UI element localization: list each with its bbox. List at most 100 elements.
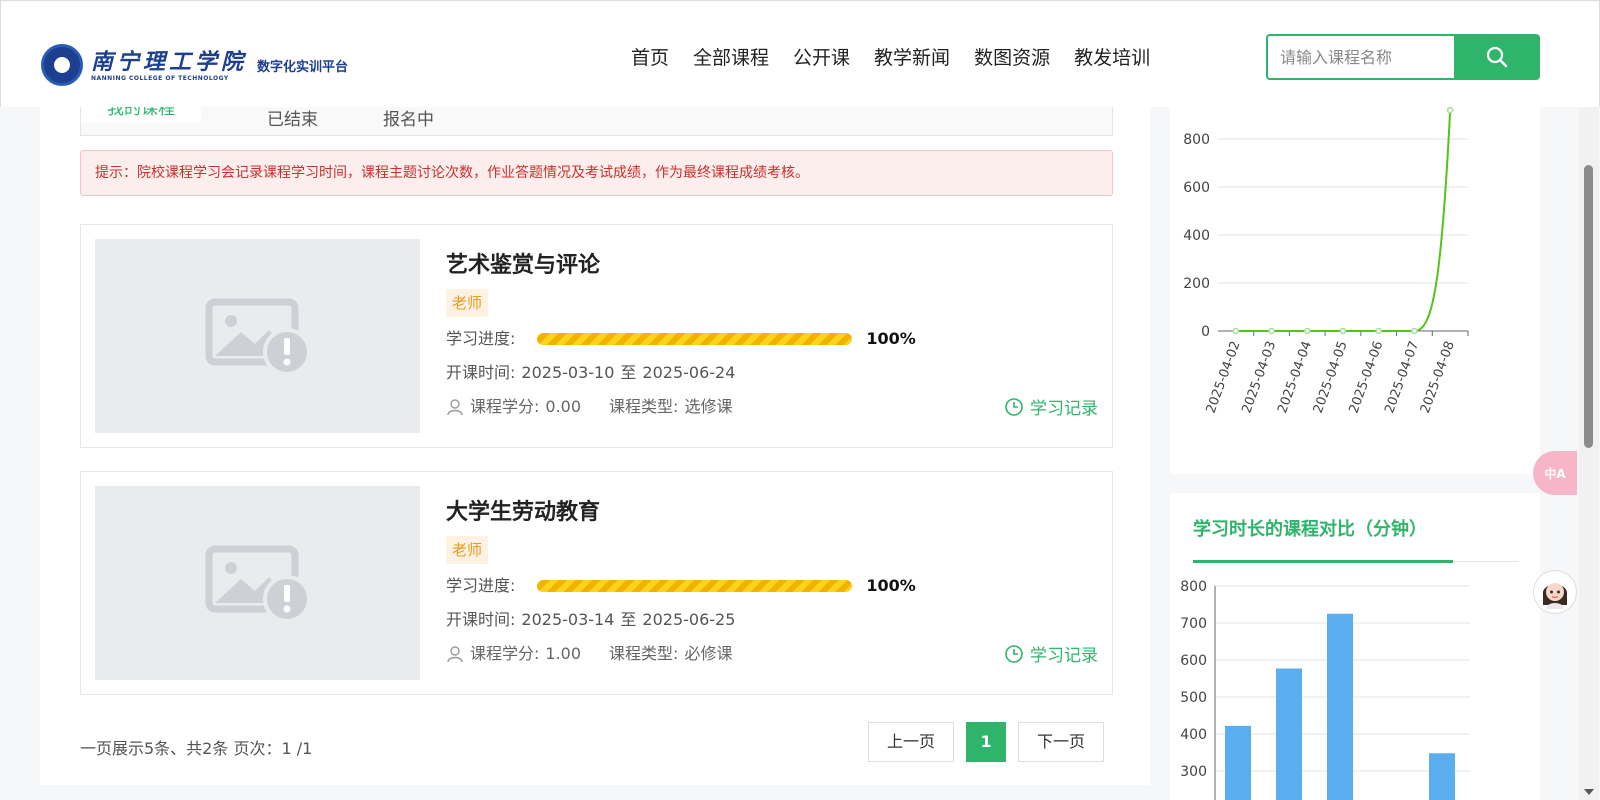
progress-percent: 100%: [866, 329, 916, 348]
data-point: [1375, 327, 1382, 335]
y-tick-label: 500: [1180, 690, 1207, 706]
assistant-avatar-icon: [1542, 583, 1568, 609]
tab-finished[interactable]: 已结束: [267, 107, 318, 130]
credit-value: 0.00: [545, 397, 582, 416]
user-icon: [447, 646, 463, 663]
nav-open-courses[interactable]: 公开课: [793, 41, 850, 75]
site-header: 南宁理工学院 NANNING COLLEGE OF TECHNOLOGY 数字化…: [0, 0, 1600, 107]
search-button[interactable]: [1454, 34, 1540, 80]
my-courses-panel: 我的课程 已结束 报名中 提示：院校课程学习会记录课程学习时间，课程主题讨论次数…: [40, 107, 1150, 785]
progress-fill: [537, 580, 852, 592]
type-label: 课程类型:: [609, 644, 679, 663]
logo-text: 南宁理工学院 NANNING COLLEGE OF TECHNOLOGY: [91, 49, 247, 82]
progress-label: 学习进度:: [446, 576, 516, 595]
course-tabs: 我的课程 已结束 报名中: [80, 107, 1113, 136]
translate-icon: 中A: [1544, 466, 1566, 481]
y-tick-label: 800: [1180, 579, 1207, 595]
progress-row: 学习进度: 100%: [446, 327, 1096, 351]
y-tick-label: 600: [1183, 180, 1210, 196]
progress-fill: [537, 333, 852, 345]
nav-library-resources[interactable]: 数图资源: [974, 41, 1050, 75]
course-thumbnail[interactable]: [95, 486, 420, 680]
x-tick-label: 2025-04-04: [1275, 339, 1315, 415]
x-tick-label: 2025-04-06: [1347, 339, 1387, 415]
clock-icon: [1005, 644, 1023, 663]
open-time-label: 开课时间:: [446, 610, 516, 629]
y-tick-label: 200: [1183, 276, 1210, 292]
type-label: 课程类型:: [609, 397, 679, 416]
page-scrollbar[interactable]: [1579, 107, 1599, 800]
course-thumbnail[interactable]: [95, 239, 420, 433]
progress-row: 学习进度: 100%: [446, 574, 1096, 598]
nav-home[interactable]: 首页: [631, 41, 669, 75]
meta-row: 课程学分: 1.00 课程类型: 必修课: [446, 642, 1096, 666]
open-end-date: 2025-06-24: [642, 363, 736, 382]
x-tick-label: 2025-04-08: [1418, 339, 1458, 415]
y-tick-label: 400: [1183, 228, 1210, 244]
title-underline: [1193, 560, 1453, 563]
tab-my-courses[interactable]: 我的课程: [81, 107, 201, 123]
main-nav: 首页 全部课程 公开课 教学新闻 数图资源 教发培训: [631, 41, 1150, 75]
credit-label: 课程学分:: [470, 397, 540, 416]
study-record-link[interactable]: 学习记录: [1004, 641, 1098, 666]
notice-banner: 提示：院校课程学习会记录课程学习时间，课程主题讨论次数，作业答题情况及考试成绩，…: [80, 150, 1113, 196]
assistant-avatar[interactable]: [1533, 570, 1577, 614]
bar: [1276, 668, 1302, 800]
chart-title: 学习时长的课程对比（分钟）: [1193, 519, 1427, 540]
course-info: 艺术鉴赏与评论 老师 学习进度: 100% 开课时间: 2025-03-10 至…: [446, 247, 1096, 419]
x-tick-label: 2025-04-07: [1382, 339, 1422, 415]
logo-cn: 南宁理工学院: [91, 48, 248, 75]
data-point: [1446, 106, 1454, 114]
search-icon: [1486, 46, 1508, 68]
progress-percent: 100%: [866, 576, 916, 595]
search-box: [1266, 34, 1540, 80]
course-title[interactable]: 艺术鉴赏与评论: [446, 247, 1096, 279]
y-tick-label: 600: [1180, 653, 1207, 669]
y-tick-label: 400: [1180, 727, 1207, 743]
data-point: [1268, 327, 1275, 335]
credit-label: 课程学分:: [470, 644, 540, 663]
course-card[interactable]: 艺术鉴赏与评论 老师 学习进度: 100% 开课时间: 2025-03-10 至…: [80, 224, 1113, 448]
nav-teacher-training[interactable]: 教发培训: [1074, 41, 1150, 75]
date-separator: 至: [620, 363, 637, 382]
course-info: 大学生劳动教育 老师 学习进度: 100% 开课时间: 2025-03-14 至…: [446, 494, 1096, 666]
study-record-link[interactable]: 学习记录: [1004, 394, 1098, 419]
daily-study-chart-panel: 0 200 400 600 800 2025-04-02 2025-04-03 2025-04…: [1170, 106, 1540, 474]
course-card[interactable]: 大学生劳动教育 老师 学习进度: 100% 开课时间: 2025-03-14 至…: [80, 471, 1113, 695]
next-page-button[interactable]: 下一页: [1018, 722, 1105, 762]
data-point: [1339, 327, 1347, 335]
role-badge: 老师: [446, 289, 489, 317]
pagination: 上一页 1 下一页: [868, 722, 1105, 762]
title-divider: [1453, 561, 1518, 562]
translate-widget[interactable]: 中A: [1533, 451, 1577, 495]
page-number-button[interactable]: 1: [966, 722, 1007, 762]
nav-all-courses[interactable]: 全部课程: [693, 41, 769, 75]
logo[interactable]: 南宁理工学院 NANNING COLLEGE OF TECHNOLOGY 数字化…: [41, 41, 348, 89]
open-end-date: 2025-06-25: [642, 610, 736, 629]
image-broken-icon: [205, 545, 311, 623]
y-tick-label: 300: [1180, 764, 1207, 780]
course-title[interactable]: 大学生劳动教育: [446, 494, 1096, 526]
x-tick-label: 2025-04-05: [1311, 339, 1351, 415]
scroll-down-arrow-icon[interactable]: [1584, 789, 1594, 795]
bar: [1429, 753, 1455, 800]
x-tick-label: 2025-04-03: [1239, 339, 1279, 415]
scrollbar-thumb[interactable]: [1584, 165, 1593, 448]
search-input[interactable]: [1266, 34, 1454, 80]
type-value: 必修课: [684, 644, 733, 663]
tab-enrolling[interactable]: 报名中: [383, 107, 434, 130]
school-seal-icon: [41, 44, 83, 86]
credit-value: 1.00: [545, 644, 582, 663]
y-tick-label: 700: [1180, 616, 1207, 632]
type-value: 选修课: [684, 397, 733, 416]
image-broken-icon: [205, 298, 311, 376]
date-separator: 至: [620, 610, 637, 629]
progress-bar: [537, 333, 853, 345]
nav-teaching-news[interactable]: 教学新闻: [874, 41, 950, 75]
y-tick-label: 0: [1201, 324, 1210, 340]
clock-icon: [1005, 397, 1023, 416]
logo-en: NANNING COLLEGE OF TECHNOLOGY: [91, 74, 229, 82]
role-badge: 老师: [446, 536, 489, 564]
bar: [1225, 725, 1251, 800]
prev-page-button[interactable]: 上一页: [868, 722, 955, 762]
